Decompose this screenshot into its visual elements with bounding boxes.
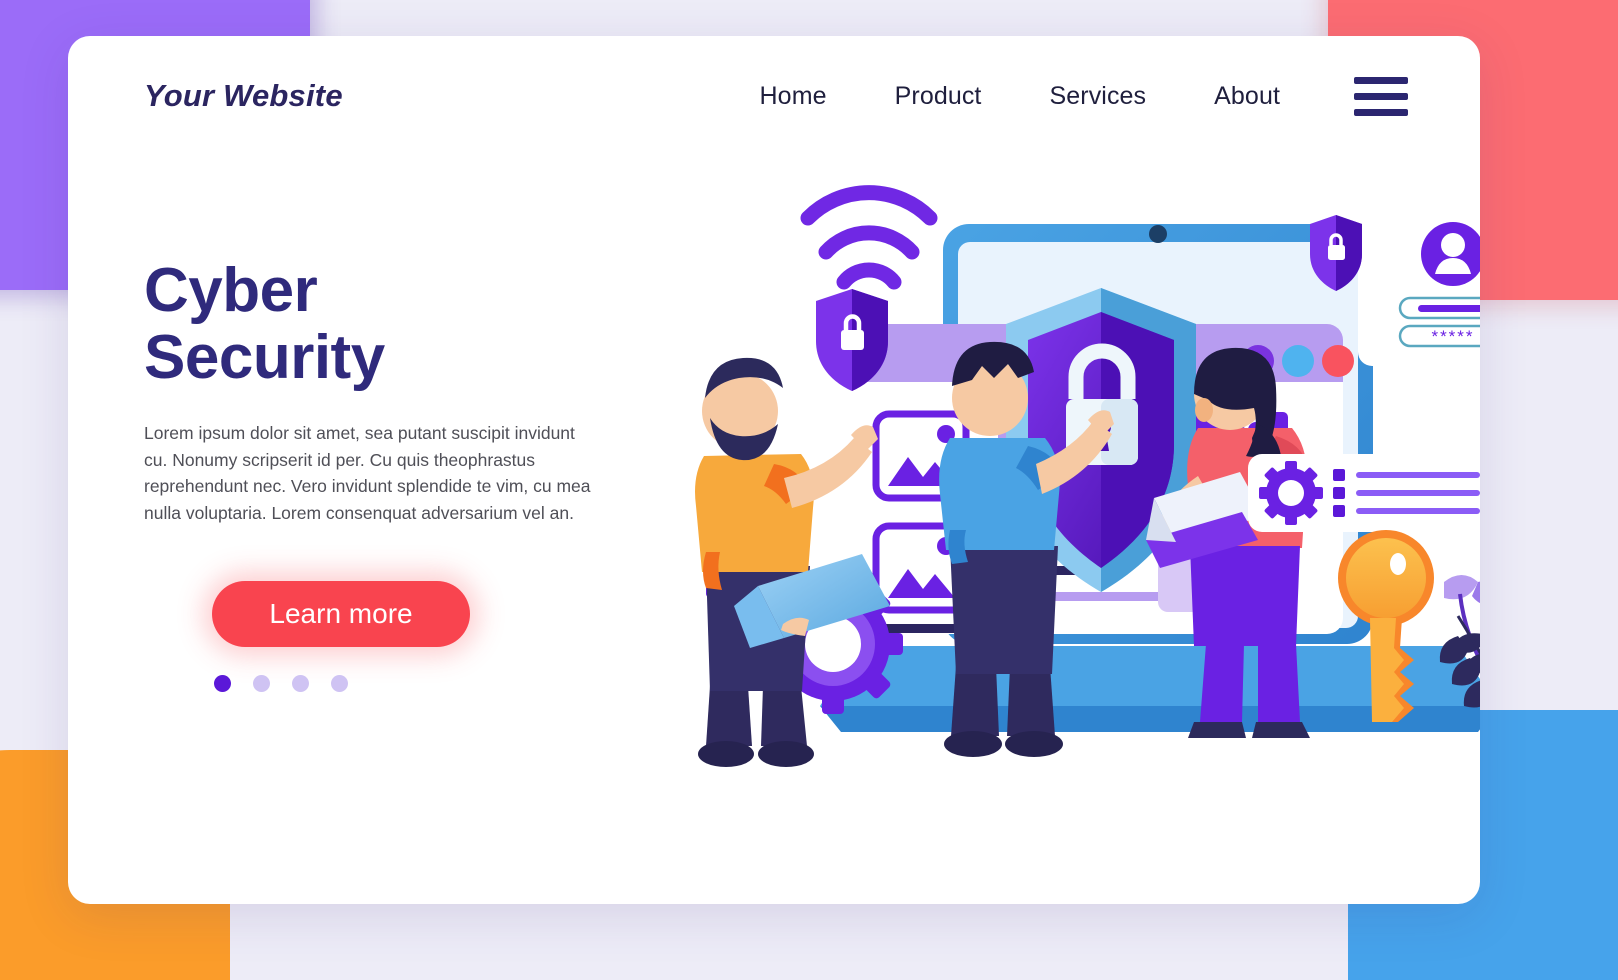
- laptop-camera: [1149, 225, 1167, 243]
- nav-item-about[interactable]: About: [1180, 82, 1314, 111]
- hamburger-bar-2: [1354, 92, 1408, 100]
- main-navigation: Home Product Services About: [726, 76, 1408, 116]
- hero-description: Lorem ipsum dolor sit amet, sea putant s…: [144, 422, 591, 523]
- gear-icon: [1259, 461, 1323, 525]
- learn-more-button[interactable]: Learn more: [212, 581, 470, 648]
- login-card: *****: [1358, 206, 1480, 366]
- hamburger-bar-1: [1354, 76, 1408, 84]
- carousel-dot-2[interactable]: [253, 675, 270, 693]
- nav-item-home[interactable]: Home: [726, 82, 861, 111]
- browser-dot-2: [1282, 345, 1314, 377]
- hero-illustration: *****: [558, 146, 1480, 786]
- landing-page-card: Your Website Home Product Services About…: [68, 36, 1480, 904]
- nav-item-services[interactable]: Services: [1015, 82, 1180, 111]
- carousel-dot-1[interactable]: [214, 675, 231, 693]
- carousel-dot-3[interactable]: [292, 675, 309, 693]
- hamburger-bar-3: [1354, 108, 1408, 116]
- site-logo[interactable]: Your Website: [144, 78, 343, 114]
- hamburger-icon[interactable]: [1354, 76, 1408, 116]
- nav-item-product[interactable]: Product: [861, 82, 1016, 111]
- settings-card: [1248, 454, 1480, 532]
- page-root: Your Website Home Product Services About…: [0, 0, 1618, 980]
- wifi-icon: [800, 185, 938, 290]
- browser-dot-3: [1322, 345, 1354, 377]
- carousel-dot-4[interactable]: [331, 675, 348, 693]
- site-header: Your Website Home Product Services About: [68, 36, 1480, 156]
- password-value: *****: [1431, 327, 1474, 346]
